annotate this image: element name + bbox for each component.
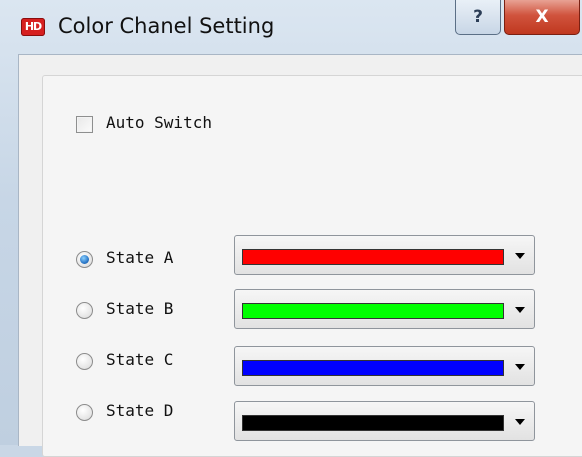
state-c-radio[interactable] bbox=[76, 353, 93, 370]
state-c-label[interactable]: State C bbox=[106, 350, 173, 369]
help-button[interactable]: ? bbox=[455, 0, 501, 35]
state-b-color-swatch bbox=[242, 303, 504, 319]
state-d-label[interactable]: State D bbox=[106, 401, 173, 420]
chevron-down-icon bbox=[515, 307, 525, 313]
chevron-down-icon bbox=[515, 253, 525, 259]
state-a-radio[interactable] bbox=[76, 251, 93, 268]
chevron-down-icon bbox=[515, 364, 525, 370]
state-d-color-select[interactable] bbox=[234, 401, 535, 441]
app-icon: HD bbox=[21, 18, 45, 36]
state-c-color-swatch bbox=[242, 360, 504, 376]
state-a-color-select[interactable] bbox=[234, 235, 535, 275]
state-a-color-swatch bbox=[242, 249, 504, 265]
client-area: Auto Switch State A State B State C Stat… bbox=[18, 54, 582, 457]
state-d-radio[interactable] bbox=[76, 404, 93, 421]
auto-switch-checkbox[interactable] bbox=[76, 116, 93, 133]
state-a-label[interactable]: State A bbox=[106, 248, 173, 267]
dialog-window: HD Color Chanel Setting ? X Auto Switch … bbox=[0, 0, 582, 457]
auto-switch-label[interactable]: Auto Switch bbox=[106, 113, 212, 132]
state-b-color-select[interactable] bbox=[234, 289, 535, 329]
close-button[interactable]: X bbox=[504, 0, 580, 35]
state-b-label[interactable]: State B bbox=[106, 299, 173, 318]
state-c-color-select[interactable] bbox=[234, 346, 535, 386]
close-icon: X bbox=[535, 7, 549, 27]
help-icon: ? bbox=[473, 7, 483, 27]
title-bar[interactable]: HD Color Chanel Setting ? X bbox=[0, 0, 582, 50]
window-title: Color Chanel Setting bbox=[58, 14, 275, 38]
state-d-color-swatch bbox=[242, 415, 504, 431]
chevron-down-icon bbox=[515, 419, 525, 425]
state-b-radio[interactable] bbox=[76, 302, 93, 319]
